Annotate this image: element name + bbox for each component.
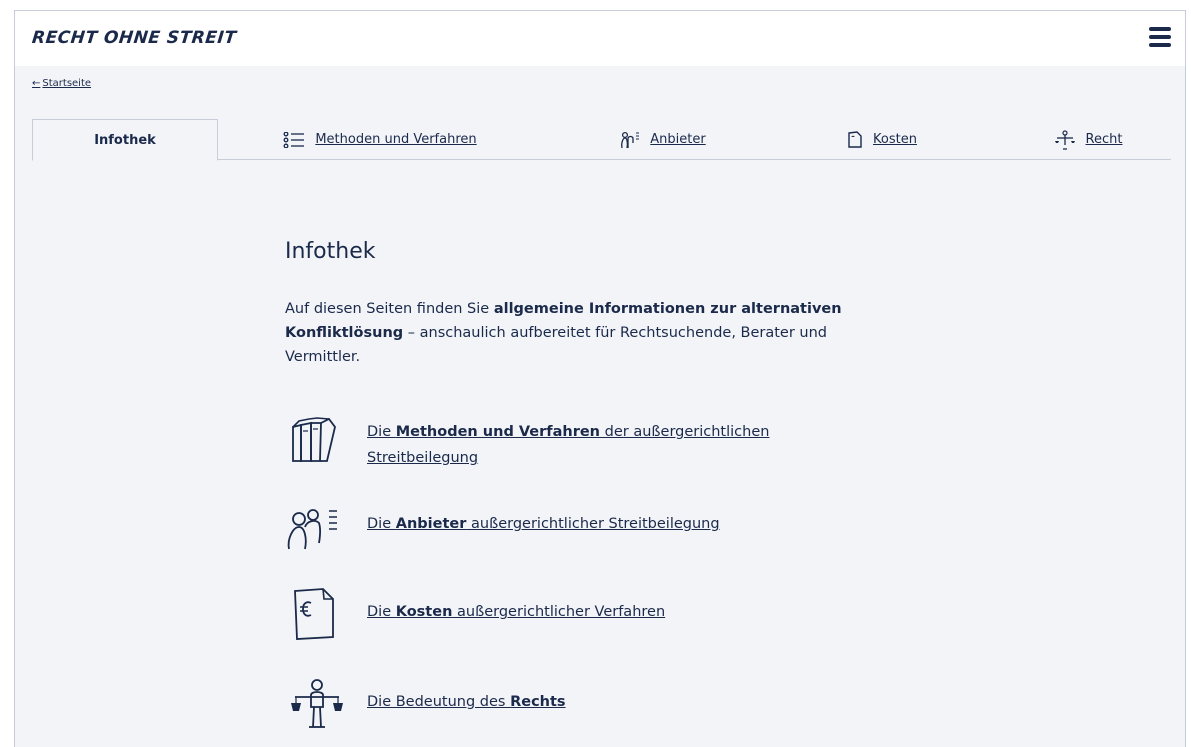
document-icon bbox=[848, 130, 862, 148]
link-recht[interactable]: Die Bedeutung des Rechts bbox=[367, 689, 847, 715]
hamburger-menu-icon[interactable] bbox=[1149, 27, 1171, 47]
breadcrumb-home-link[interactable]: ← Startseite bbox=[32, 78, 91, 89]
link-kosten[interactable]: Die Kosten außergerichtlicher Verfahren bbox=[367, 599, 847, 625]
tab-label: Kosten bbox=[873, 132, 917, 147]
tab-anbieter[interactable]: Anbieter bbox=[602, 119, 722, 160]
tab-kosten[interactable]: Kosten bbox=[832, 119, 932, 160]
site-logo[interactable]: RECHT OHNE STREIT bbox=[31, 28, 237, 48]
tab-label: Methoden und Verfahren bbox=[315, 132, 477, 147]
tab-recht[interactable]: Recht bbox=[1038, 119, 1138, 160]
back-arrow-icon: ← bbox=[32, 78, 41, 89]
people-icon bbox=[287, 509, 337, 550]
link-item-anbieter: Die Anbieter außergerichtlicher Streitbe… bbox=[285, 509, 905, 571]
list-icon bbox=[283, 131, 305, 148]
people-icon bbox=[621, 131, 640, 148]
scales-icon bbox=[1054, 129, 1075, 150]
tab-infothek[interactable]: Infothek bbox=[32, 119, 218, 161]
link-item-kosten: Die Kosten außergerichtlicher Verfahren bbox=[285, 588, 905, 659]
scales-person-icon bbox=[291, 679, 343, 728]
tab-methoden-und-verfahren[interactable]: Methoden und Verfahren bbox=[280, 119, 480, 160]
link-item-methoden: Die Methoden und Verfahren der außergeri… bbox=[285, 417, 905, 479]
tab-label: Recht bbox=[1085, 132, 1123, 147]
link-anbieter[interactable]: Die Anbieter außergerichtlicher Streitbe… bbox=[367, 511, 847, 537]
euro-document-icon bbox=[294, 588, 334, 640]
breadcrumb-label: Startseite bbox=[42, 78, 92, 89]
link-methoden-und-verfahren[interactable]: Die Methoden und Verfahren der außergeri… bbox=[367, 419, 847, 471]
intro-paragraph: Auf diesen Seiten finden Sie allgemeine … bbox=[285, 297, 895, 369]
main-content: Infothek Auf diesen Seiten finden Sie al… bbox=[285, 239, 905, 728]
page-frame: RECHT OHNE STREIT ← Startseite Infothek M… bbox=[14, 10, 1186, 747]
page-title: Infothek bbox=[285, 239, 376, 264]
top-bar: RECHT OHNE STREIT bbox=[15, 11, 1185, 66]
intro-text: Auf diesen Seiten finden Sie bbox=[285, 301, 494, 317]
books-icon bbox=[292, 417, 336, 462]
link-item-recht: Die Bedeutung des Rechts bbox=[285, 679, 905, 747]
tab-label: Infothek bbox=[94, 132, 156, 148]
tab-label: Anbieter bbox=[650, 132, 706, 147]
section-tabs: Infothek Methoden und Verfahren Anbieter… bbox=[32, 119, 1171, 161]
